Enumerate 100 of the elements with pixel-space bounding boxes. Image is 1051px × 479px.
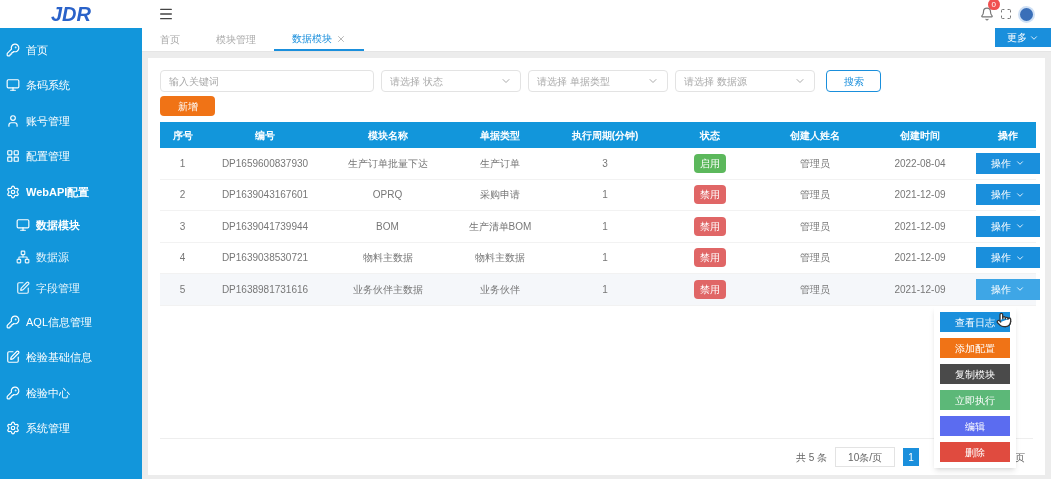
- edit-icon: [6, 350, 20, 365]
- sidebar-item[interactable]: 检验基础信息: [0, 339, 142, 375]
- table-cell-text: DP1639038530721: [220, 251, 310, 266]
- select-field[interactable]: 请选择 数据源: [675, 70, 815, 92]
- page-suffix: 页: [1015, 450, 1025, 465]
- action-button[interactable]: 操作: [976, 247, 1040, 269]
- status-tag: 启用: [694, 153, 726, 173]
- menu-item[interactable]: 删除: [940, 442, 1010, 462]
- table-cell-text: DP1638981731616: [220, 282, 310, 297]
- hand-cursor-icon: [996, 312, 1012, 328]
- total-count: 共 5 条: [795, 450, 828, 465]
- column-header: 单据类型: [479, 128, 521, 143]
- sidebar-item[interactable]: 首页: [0, 32, 142, 68]
- action-button[interactable]: 操作: [976, 278, 1040, 300]
- table-cell-text: 管理员: [799, 188, 831, 203]
- menu-item[interactable]: 复制模块: [940, 364, 1010, 384]
- table-cell-text: 物料主数据: [474, 251, 526, 266]
- column-header: 创建时间: [899, 128, 941, 143]
- table-cell-text: 管理员: [799, 282, 831, 297]
- column-header: 编号: [254, 128, 276, 143]
- action-button[interactable]: 操作: [976, 152, 1040, 174]
- table-cell-text: 采购申请: [479, 188, 521, 203]
- sidebar-item[interactable]: WebAPI配置: [0, 174, 142, 210]
- sidebar-item[interactable]: 账号管理: [0, 103, 142, 139]
- table-cell-text: 3: [178, 219, 187, 234]
- table-cell-text: BOM: [375, 219, 400, 234]
- add-button[interactable]: 新增: [160, 96, 215, 116]
- avatar[interactable]: [1018, 5, 1035, 23]
- status-tag: 禁用: [694, 185, 726, 205]
- gear-icon: [6, 184, 20, 199]
- action-button[interactable]: 操作: [976, 184, 1040, 206]
- monitor-icon: [6, 78, 20, 93]
- table-cell-text: 1: [601, 251, 609, 266]
- tab[interactable]: 首页: [142, 28, 198, 51]
- select-field[interactable]: 请选择 状态: [381, 70, 521, 92]
- more-button[interactable]: 更多: [995, 28, 1051, 47]
- search-button[interactable]: 搜索: [826, 70, 881, 92]
- user-icon: [6, 113, 20, 128]
- status-tag: 禁用: [694, 279, 726, 299]
- column-header: 创建人姓名: [789, 128, 841, 143]
- bell-icon[interactable]: [980, 7, 994, 21]
- menu-item[interactable]: 查看日志: [940, 312, 1010, 332]
- page-size-select[interactable]: 10条/页: [835, 447, 895, 467]
- sidebar-item[interactable]: 检验中心: [0, 375, 142, 411]
- menu-item[interactable]: 立即执行: [940, 390, 1010, 410]
- table-cell-text: 2022-08-04: [893, 156, 947, 171]
- keyword-field[interactable]: 输入关键词: [160, 70, 374, 92]
- sidebar-subitem[interactable]: 数据模块: [0, 209, 142, 241]
- sidebar-subitem[interactable]: 字段管理: [0, 272, 142, 304]
- column-header: 状态: [698, 128, 721, 143]
- fullscreen-icon[interactable]: [1000, 8, 1012, 20]
- table-cell-text: 1: [178, 156, 187, 171]
- status-tag: 禁用: [694, 248, 726, 268]
- column-header: 序号: [171, 128, 194, 143]
- menu-icon[interactable]: [158, 6, 174, 22]
- menu-item[interactable]: 编辑: [940, 416, 1010, 436]
- table-cell-text: 2021-12-09: [893, 219, 947, 234]
- monitor-icon: [16, 218, 30, 233]
- table-cell-text: OPRQ: [371, 188, 404, 203]
- column-header: 模块名称: [366, 128, 409, 143]
- sidebar-item[interactable]: 条码系统: [0, 67, 142, 103]
- sidebar-item[interactable]: AQL信息管理: [0, 304, 142, 340]
- table-cell-text: 1: [601, 219, 609, 234]
- key-icon: [6, 42, 20, 57]
- table-cell-text: 2: [178, 188, 187, 203]
- table-cell-text: 5: [178, 282, 187, 297]
- table-cell-text: 管理员: [799, 251, 831, 266]
- menu-item[interactable]: 添加配置: [940, 338, 1010, 358]
- action-button[interactable]: 操作: [976, 215, 1040, 237]
- select-field[interactable]: 请选择 单据类型: [528, 70, 668, 92]
- table-cell-text: 1: [601, 188, 609, 203]
- table-cell-text: 业务伙伴主数据: [351, 282, 424, 297]
- notification-badge: 0: [987, 0, 1000, 10]
- key-icon: [6, 314, 20, 329]
- table-cell-text: DP1659600837930: [220, 156, 310, 171]
- table-cell-text: 2021-12-09: [893, 188, 947, 203]
- edit-icon: [16, 281, 30, 296]
- logo: JDR: [51, 2, 91, 27]
- table-cell-text: 2021-12-09: [893, 282, 947, 297]
- sidebar-item[interactable]: 配置管理: [0, 138, 142, 174]
- table-cell-text: 2021-12-09: [893, 251, 947, 266]
- table-cell-text: 管理员: [799, 156, 831, 171]
- table-cell-text: 生产订单批量下达: [346, 156, 429, 171]
- table-cell-text: 3: [601, 156, 609, 171]
- table-row[interactable]: 2 DP1639043167601 OPRQ 采购申请 1 禁用 管理员 2021-12-09 操作: [160, 179, 1036, 211]
- page-button[interactable]: 1: [903, 448, 919, 466]
- network-icon: [16, 249, 30, 264]
- table-row[interactable]: 3 DP1639041739944 BOM 生产清单BOM 1 禁用 管理员 2021-12-09 操作: [160, 211, 1036, 243]
- sidebar-subitem[interactable]: 数据源: [0, 241, 142, 273]
- sidebar-item[interactable]: 系统管理: [0, 410, 142, 446]
- table-row[interactable]: 1 DP1659600837930 生产订单批量下达 生产订单 3 启用 管理员 2022-08-04 操作: [160, 148, 1036, 180]
- table-cell-text: 1: [601, 282, 609, 297]
- table-cell-text: DP1639043167601: [220, 188, 310, 203]
- tab[interactable]: 模块管理: [198, 28, 274, 51]
- grid-icon: [6, 149, 20, 164]
- table-cell-text: 物料主数据: [361, 251, 414, 266]
- table-cell-text: 生产订单: [479, 156, 521, 171]
- table-cell-text: 业务伙伴: [479, 282, 521, 297]
- table-cell-text: DP1639041739944: [220, 219, 310, 234]
- column-header: 操作: [997, 128, 1019, 143]
